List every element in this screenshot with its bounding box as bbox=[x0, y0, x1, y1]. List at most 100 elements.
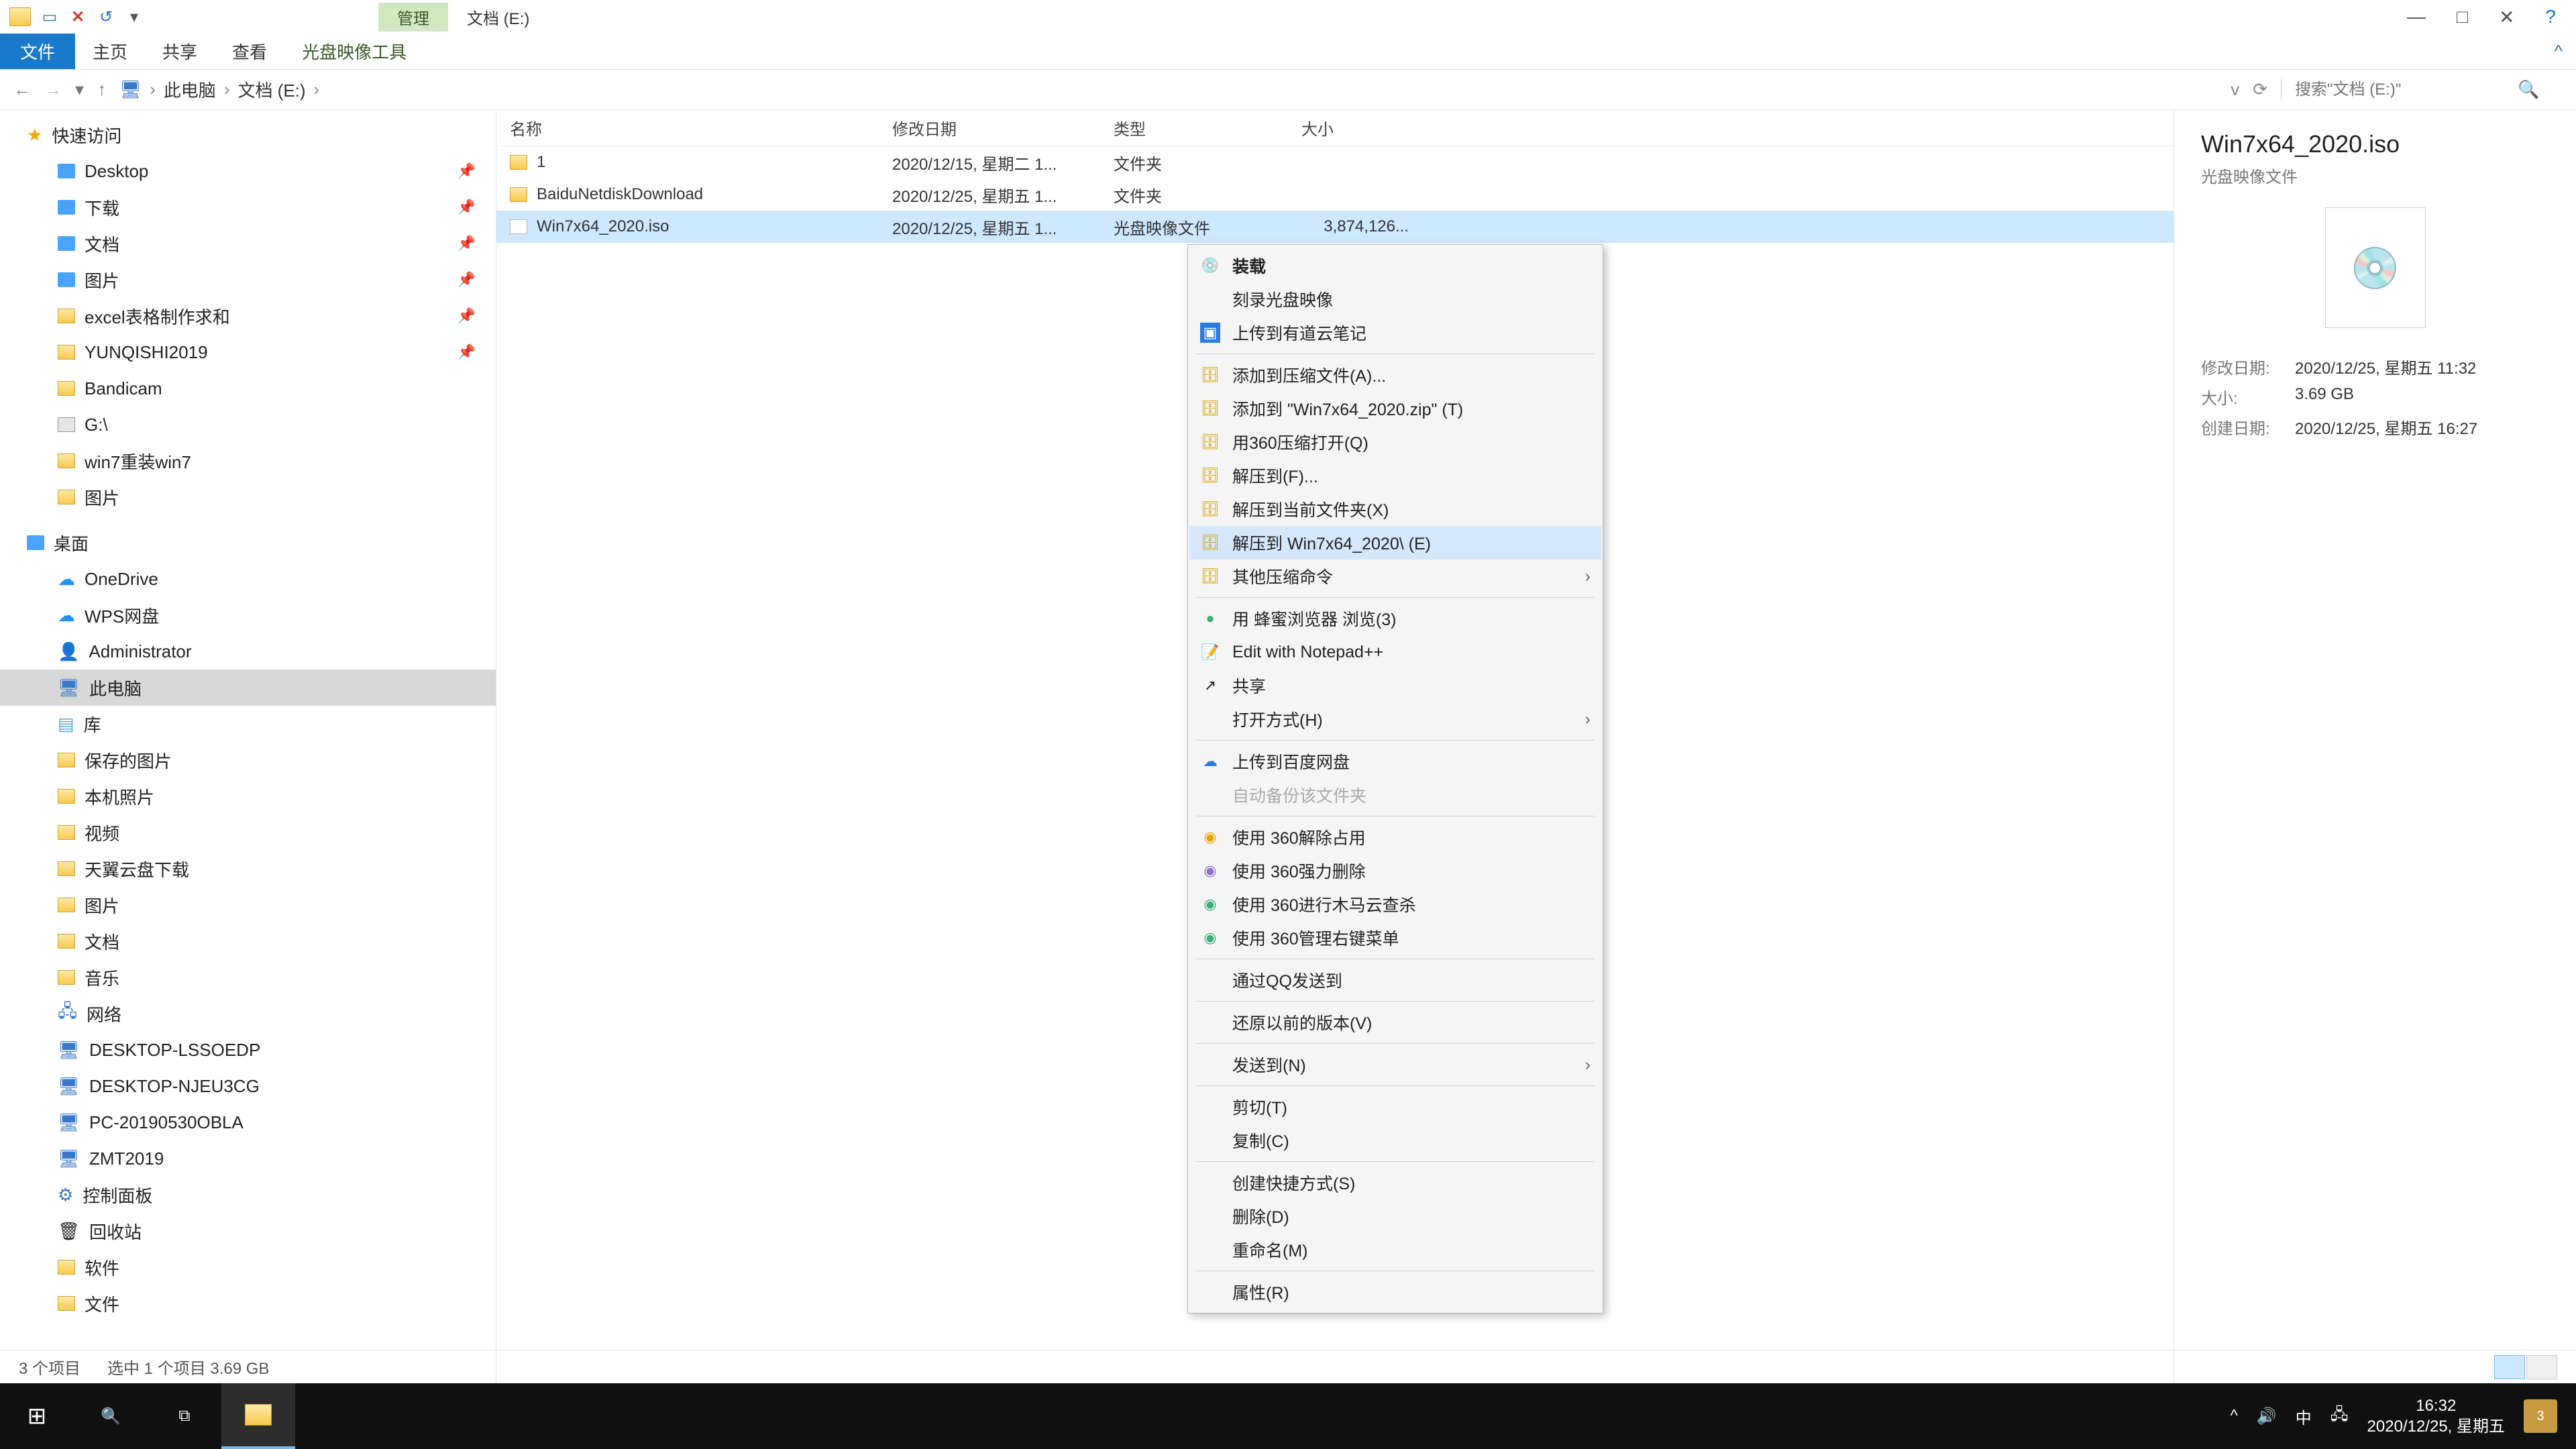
ctx-360-trojan[interactable]: ◉使用 360进行木马云查杀 bbox=[1189, 888, 1601, 921]
nav-back-button[interactable]: ← bbox=[13, 79, 31, 100]
nav-up-button[interactable]: ↑ bbox=[97, 79, 106, 100]
ctx-add-archive[interactable]: 🗄添加到压缩文件(A)... bbox=[1189, 358, 1601, 392]
nav-recent-dropdown[interactable]: ▾ bbox=[75, 79, 84, 100]
tree-documents[interactable]: 文档📌 bbox=[0, 225, 496, 262]
tree-yunqishi[interactable]: YUNQISHI2019📌 bbox=[0, 334, 496, 370]
ctx-360-unlock[interactable]: ◉使用 360解除占用 bbox=[1189, 820, 1601, 854]
tray-chevron-up-icon[interactable]: ^ bbox=[2231, 1407, 2238, 1426]
ctx-360-force-delete[interactable]: ◉使用 360强力删除 bbox=[1189, 854, 1601, 888]
ctx-rename[interactable]: 重命名(M) bbox=[1189, 1233, 1601, 1267]
tree-recycle[interactable]: 🗑回收站 bbox=[0, 1213, 496, 1249]
ctx-extract-named[interactable]: 🗄解压到 Win7x64_2020\ (E) bbox=[1189, 526, 1601, 559]
file-row[interactable]: 1 2020/12/15, 星期二 1... 文件夹 bbox=[496, 146, 2174, 178]
notification-button[interactable]: 3 bbox=[2524, 1399, 2557, 1433]
ctx-delete[interactable]: 删除(D) bbox=[1189, 1199, 1601, 1233]
ctx-send-to[interactable]: 发送到(N)› bbox=[1189, 1048, 1601, 1081]
search-input[interactable] bbox=[2295, 80, 2510, 99]
ctx-shortcut[interactable]: 创建快捷方式(S) bbox=[1189, 1166, 1601, 1199]
tree-files[interactable]: 文件 bbox=[0, 1285, 496, 1322]
search-box[interactable]: 🔍 bbox=[2281, 79, 2563, 100]
tree-desktop[interactable]: Desktop📌 bbox=[0, 153, 496, 189]
tree-software[interactable]: 软件 bbox=[0, 1249, 496, 1285]
tree-pc4[interactable]: 🖥ZMT2019 bbox=[0, 1140, 496, 1177]
ctx-properties[interactable]: 属性(R) bbox=[1189, 1275, 1601, 1309]
ctx-add-zip[interactable]: 🗄添加到 "Win7x64_2020.zip" (T) bbox=[1189, 392, 1601, 425]
network-icon[interactable]: 🖧 bbox=[2330, 1403, 2349, 1430]
tree-excel[interactable]: excel表格制作求和📌 bbox=[0, 298, 496, 334]
ribbon-expand-icon[interactable]: ^ bbox=[2541, 34, 2576, 69]
ribbon-file-tab[interactable]: 文件 bbox=[0, 34, 75, 69]
tree-pc2[interactable]: 🖥DESKTOP-NJEU3CG bbox=[0, 1068, 496, 1104]
taskbar-clock[interactable]: 16:32 2020/12/25, 星期五 bbox=[2367, 1395, 2505, 1437]
nav-forward-button[interactable]: → bbox=[44, 79, 62, 100]
breadcrumb[interactable]: 🖥 › 此电脑 › 文档 (E:) › bbox=[119, 77, 2217, 102]
tree-this-pc[interactable]: 🖥此电脑 bbox=[0, 669, 496, 706]
col-size[interactable]: 大小 bbox=[1301, 116, 1436, 140]
tree-downloads[interactable]: 下载📌 bbox=[0, 189, 496, 225]
tree-control-panel[interactable]: ⚙控制面板 bbox=[0, 1177, 496, 1213]
col-date[interactable]: 修改日期 bbox=[892, 116, 1114, 140]
ctx-restore[interactable]: 还原以前的版本(V) bbox=[1189, 1006, 1601, 1039]
taskbar-search-button[interactable]: 🔍 bbox=[74, 1383, 148, 1449]
details-view-button[interactable] bbox=[2494, 1355, 2525, 1379]
qat-delete-icon[interactable]: ✕ bbox=[68, 7, 87, 26]
ctx-copy[interactable]: 复制(C) bbox=[1189, 1124, 1601, 1157]
qat-undo-icon[interactable]: ↺ bbox=[97, 7, 115, 26]
tree-onedrive[interactable]: ☁OneDrive bbox=[0, 561, 496, 597]
qat-dropdown-icon[interactable]: ▾ bbox=[125, 7, 144, 26]
tree-tianyi[interactable]: 天翼云盘下载 bbox=[0, 851, 496, 887]
tree-videos[interactable]: 视频 bbox=[0, 814, 496, 851]
ctx-open-with[interactable]: 打开方式(H)› bbox=[1189, 702, 1601, 736]
task-view-button[interactable]: ⧉ bbox=[148, 1383, 221, 1449]
tree-music[interactable]: 音乐 bbox=[0, 959, 496, 996]
breadcrumb-drive[interactable]: 文档 (E:) bbox=[237, 77, 305, 102]
ribbon-view-tab[interactable]: 查看 bbox=[215, 34, 284, 69]
refresh-icon[interactable]: ⟳ bbox=[2253, 79, 2267, 100]
minimize-button[interactable]: — bbox=[2407, 6, 2426, 28]
ctx-qq-send[interactable]: 通过QQ发送到 bbox=[1189, 963, 1601, 997]
taskbar-explorer-button[interactable] bbox=[221, 1383, 295, 1449]
col-name[interactable]: 名称 bbox=[496, 116, 892, 140]
tree-g-drive[interactable]: G:\ bbox=[0, 407, 496, 443]
tree-desktop-root[interactable]: 桌面 bbox=[0, 525, 496, 561]
address-dropdown-icon[interactable]: v bbox=[2231, 79, 2239, 100]
tree-network[interactable]: 🖧网络 bbox=[0, 996, 496, 1032]
file-row-selected[interactable]: Win7x64_2020.iso 2020/12/25, 星期五 1... 光盘… bbox=[496, 211, 2174, 243]
ribbon-share-tab[interactable]: 共享 bbox=[145, 34, 215, 69]
ctx-notepad[interactable]: 📝Edit with Notepad++ bbox=[1189, 635, 1601, 669]
tree-pc3[interactable]: 🖥PC-20190530OBLA bbox=[0, 1104, 496, 1140]
ctx-mount[interactable]: 💿装载 bbox=[1189, 249, 1601, 282]
tree-saved-pics[interactable]: 保存的图片 bbox=[0, 742, 496, 778]
ctx-share[interactable]: ↗共享 bbox=[1189, 669, 1601, 702]
tree-win7reinstall[interactable]: win7重装win7 bbox=[0, 443, 496, 479]
ctx-other-compress[interactable]: 🗄其他压缩命令› bbox=[1189, 559, 1601, 593]
col-type[interactable]: 类型 bbox=[1114, 116, 1301, 140]
search-icon[interactable]: 🔍 bbox=[2518, 79, 2539, 100]
ctx-burn[interactable]: 刻录光盘映像 bbox=[1189, 282, 1601, 316]
ctx-cut[interactable]: 剪切(T) bbox=[1189, 1090, 1601, 1124]
ctx-youdao[interactable]: ▣上传到有道云笔记 bbox=[1189, 316, 1601, 350]
maximize-button[interactable]: □ bbox=[2457, 6, 2468, 28]
ctx-extract-here[interactable]: 🗄解压到当前文件夹(X) bbox=[1189, 492, 1601, 526]
breadcrumb-pc[interactable]: 此电脑 bbox=[164, 77, 216, 102]
start-button[interactable]: ⊞ bbox=[0, 1383, 74, 1449]
help-button[interactable]: ? bbox=[2545, 6, 2556, 28]
tree-pictures[interactable]: 图片📌 bbox=[0, 262, 496, 298]
ctx-open-360[interactable]: 🗄用360压缩打开(Q) bbox=[1189, 425, 1601, 459]
ctx-baidu-upload[interactable]: ☁上传到百度网盘 bbox=[1189, 745, 1601, 778]
ctx-fengmi[interactable]: ●用 蜂蜜浏览器 浏览(3) bbox=[1189, 602, 1601, 635]
thumbnails-view-button[interactable] bbox=[2526, 1355, 2557, 1379]
tree-admin[interactable]: 👤Administrator bbox=[0, 633, 496, 669]
tree-docs3[interactable]: 文档 bbox=[0, 923, 496, 959]
qat-properties-icon[interactable]: ▭ bbox=[40, 7, 59, 26]
tree-pictures2[interactable]: 图片 bbox=[0, 479, 496, 515]
ime-indicator[interactable]: 中 bbox=[2296, 1405, 2312, 1428]
tree-pics3[interactable]: 图片 bbox=[0, 887, 496, 923]
tree-library[interactable]: ▤库 bbox=[0, 706, 496, 742]
tree-camera-roll[interactable]: 本机照片 bbox=[0, 778, 496, 814]
volume-icon[interactable]: 🔊 bbox=[2257, 1407, 2277, 1426]
ctx-360-manage[interactable]: ◉使用 360管理右键菜单 bbox=[1189, 921, 1601, 955]
tree-bandicam[interactable]: Bandicam bbox=[0, 370, 496, 407]
ctx-extract-to[interactable]: 🗄解压到(F)... bbox=[1189, 459, 1601, 492]
tree-pc1[interactable]: 🖥DESKTOP-LSSOEDP bbox=[0, 1032, 496, 1068]
